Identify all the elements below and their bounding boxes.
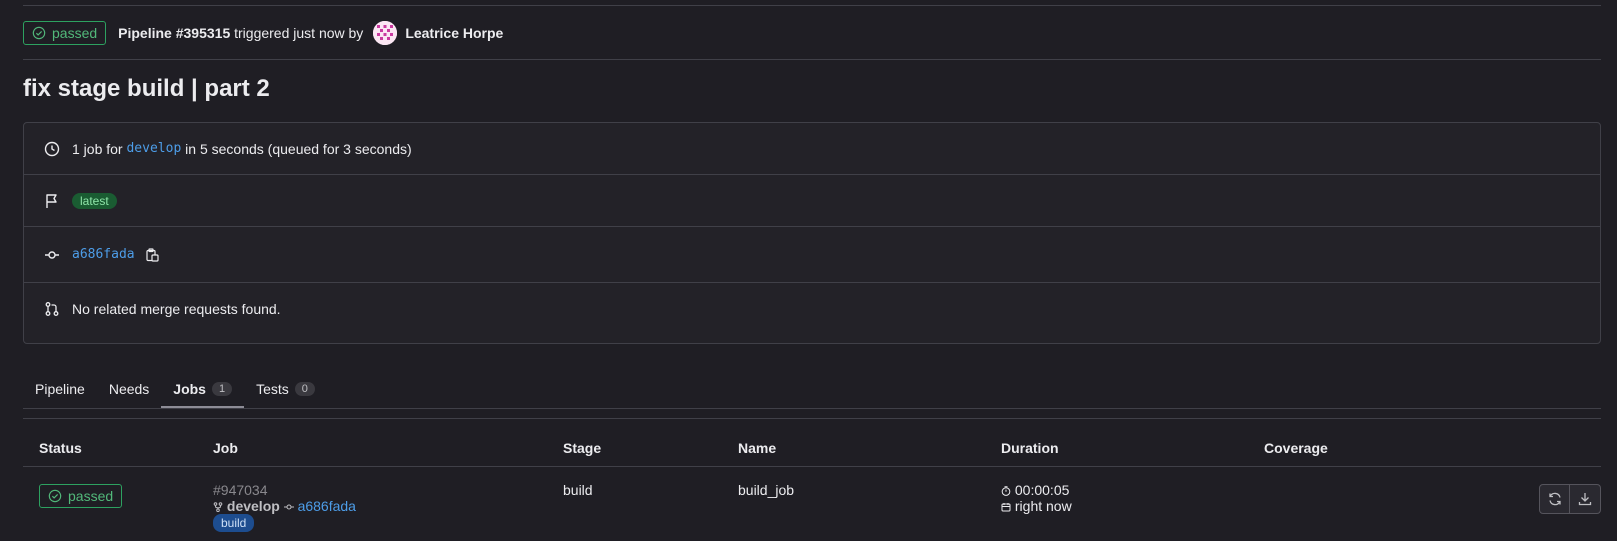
- job-status-badge[interactable]: passed: [39, 484, 123, 508]
- pipeline-id: Pipeline #395315: [118, 24, 231, 41]
- status-badge-label: passed: [52, 24, 98, 41]
- job-commit-link[interactable]: a686fada: [298, 498, 356, 514]
- triggered-text: triggered just now by: [234, 24, 364, 41]
- column-name: Name: [738, 440, 777, 456]
- check-circle-icon: [48, 489, 62, 503]
- pipeline-info-box: 1 job for develop in 5 seconds (queued f…: [23, 122, 1601, 344]
- tab-tests[interactable]: Tests 0: [244, 370, 327, 408]
- pipeline-trigger-text: Pipeline #395315 triggered just now by: [118, 25, 363, 41]
- table-top-divider: [23, 418, 1601, 419]
- pipeline-tabs: Pipeline Needs Jobs 1 Tests 0: [23, 370, 327, 408]
- tab-pipeline-label: Pipeline: [35, 381, 85, 397]
- commit-icon: [44, 247, 60, 263]
- row-status-cell: passed: [39, 484, 123, 508]
- tab-tests-label: Tests: [256, 381, 289, 397]
- copy-icon[interactable]: [145, 247, 159, 262]
- job-stage-tag: build: [213, 514, 255, 532]
- column-status: Status: [39, 440, 82, 456]
- column-coverage: Coverage: [1264, 440, 1328, 456]
- download-icon: [1578, 493, 1592, 506]
- calendar-icon: [1001, 503, 1011, 512]
- tab-pipeline[interactable]: Pipeline: [23, 370, 97, 408]
- branch-icon: [213, 502, 223, 513]
- tab-needs[interactable]: Needs: [97, 370, 161, 408]
- identicon-icon: [373, 20, 398, 45]
- header-divider: [23, 59, 1601, 60]
- column-job: Job: [213, 440, 238, 456]
- job-stage: build: [563, 482, 593, 498]
- check-circle-icon: [32, 26, 46, 39]
- tabs-divider: [23, 408, 1601, 409]
- merge-requests-text: No related merge requests found.: [72, 301, 281, 317]
- clock-icon: [44, 141, 60, 157]
- job-actions: [1539, 484, 1601, 514]
- row-job-cell: #947034 develop a686fada build: [213, 482, 356, 532]
- column-duration: Duration: [1001, 440, 1059, 456]
- jobs-suffix: in 5 seconds (queued for 3 seconds): [185, 140, 412, 157]
- page-title: fix stage build | part 2: [23, 75, 270, 102]
- jobs-prefix: 1 job for: [72, 140, 123, 157]
- retry-button[interactable]: [1539, 484, 1570, 514]
- user-name[interactable]: Leatrice Horpe: [405, 25, 503, 41]
- pipeline-header: passed Pipeline #395315 triggered just n…: [23, 19, 1601, 46]
- tags-row: latest: [24, 175, 1600, 227]
- column-stage: Stage: [563, 440, 602, 456]
- branch-link[interactable]: develop: [126, 141, 181, 156]
- job-branch[interactable]: develop: [227, 498, 280, 514]
- latest-badge: latest: [72, 192, 117, 209]
- timer-icon: [1001, 486, 1011, 497]
- top-divider: [23, 5, 1601, 6]
- jobs-summary-row: 1 job for develop in 5 seconds (queued f…: [24, 123, 1600, 175]
- commit-icon: [283, 504, 294, 510]
- tab-tests-count: 0: [294, 382, 315, 396]
- tab-jobs-count: 1: [211, 382, 233, 396]
- job-status-label: passed: [68, 488, 114, 504]
- job-duration: 00:00:05: [1014, 482, 1070, 498]
- download-artifacts-button[interactable]: [1570, 484, 1601, 514]
- tab-needs-label: Needs: [108, 381, 150, 397]
- tab-jobs-label: Jobs: [173, 381, 206, 397]
- commit-sha-link[interactable]: a686fada: [72, 247, 135, 262]
- status-badge[interactable]: passed: [23, 20, 107, 45]
- table-header-divider: [23, 466, 1601, 467]
- job-finished: right now: [1014, 498, 1072, 514]
- table-row: passed #947034 develop a686fada build bu…: [23, 478, 1601, 538]
- row-duration-cell: 00:00:05 right now: [1001, 482, 1072, 514]
- jobs-table-header: Status Job Stage Name Duration Coverage: [23, 430, 1601, 466]
- commit-row: a686fada: [24, 227, 1600, 283]
- job-name: build_job: [738, 482, 795, 498]
- retry-icon: [1548, 492, 1561, 506]
- merge-request-icon: [44, 301, 60, 317]
- tab-jobs[interactable]: Jobs 1: [161, 370, 244, 408]
- flag-icon: [44, 193, 60, 209]
- avatar[interactable]: [373, 20, 398, 45]
- merge-requests-row: No related merge requests found.: [24, 283, 1600, 335]
- job-id-link[interactable]: #947034: [213, 482, 356, 498]
